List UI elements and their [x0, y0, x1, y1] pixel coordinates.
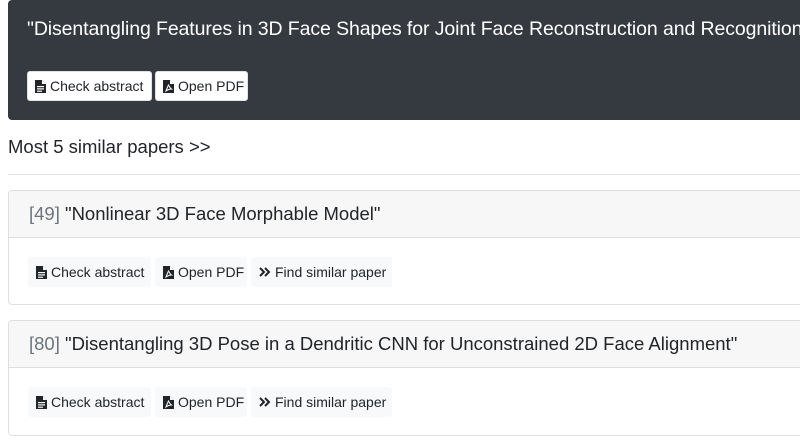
check-abstract-button[interactable]: Check abstract — [27, 71, 152, 101]
check-abstract-button[interactable]: Check abstract — [28, 257, 151, 287]
paper-title: "Disentangling Features in 3D Face Shape… — [27, 18, 800, 40]
open-pdf-button[interactable]: Open PDF — [155, 387, 247, 417]
open-pdf-button[interactable]: Open PDF — [155, 257, 247, 287]
card-header: [80] "Disentangling 3D Pose in a Dendrit… — [9, 321, 800, 368]
file-text-icon — [36, 395, 47, 409]
paper-card: [80] "Disentangling 3D Pose in a Dendrit… — [8, 320, 800, 436]
paper-title-link[interactable]: "Nonlinear 3D Face Morphable Model" — [65, 203, 380, 224]
find-similar-label: Find similar paper — [275, 264, 387, 280]
check-abstract-label: Check abstract — [51, 394, 145, 410]
open-pdf-label: Open PDF — [178, 394, 245, 410]
double-chevron-right-icon — [259, 397, 271, 407]
paper-header: "Disentangling Features in 3D Face Shape… — [8, 0, 800, 120]
paper-card: [49] "Nonlinear 3D Face Morphable Model"… — [8, 190, 800, 305]
file-pdf-icon — [163, 395, 174, 409]
file-text-icon — [35, 79, 46, 93]
similar-papers-heading: Most 5 similar papers >> — [8, 136, 211, 157]
paper-title-link[interactable]: "Disentangling 3D Pose in a Dendritic CN… — [65, 333, 737, 354]
card-header: [49] "Nonlinear 3D Face Morphable Model" — [9, 191, 800, 238]
check-abstract-label: Check abstract — [50, 78, 144, 94]
card-title: [49] "Nonlinear 3D Face Morphable Model" — [29, 203, 380, 225]
card-title: [80] "Disentangling 3D Pose in a Dendrit… — [29, 333, 737, 355]
double-chevron-right-icon — [259, 267, 271, 277]
file-text-icon — [36, 265, 47, 279]
paper-number: [80] — [29, 333, 60, 354]
check-abstract-button[interactable]: Check abstract — [28, 387, 151, 417]
find-similar-button[interactable]: Find similar paper — [251, 257, 392, 287]
section-divider — [8, 174, 800, 175]
open-pdf-label: Open PDF — [178, 264, 245, 280]
file-pdf-icon — [163, 265, 174, 279]
open-pdf-label: Open PDF — [178, 78, 245, 94]
check-abstract-label: Check abstract — [51, 264, 145, 280]
find-similar-label: Find similar paper — [275, 394, 387, 410]
paper-number: [49] — [29, 203, 60, 224]
find-similar-button[interactable]: Find similar paper — [251, 387, 392, 417]
file-pdf-icon — [163, 79, 174, 93]
open-pdf-button[interactable]: Open PDF — [155, 71, 248, 101]
